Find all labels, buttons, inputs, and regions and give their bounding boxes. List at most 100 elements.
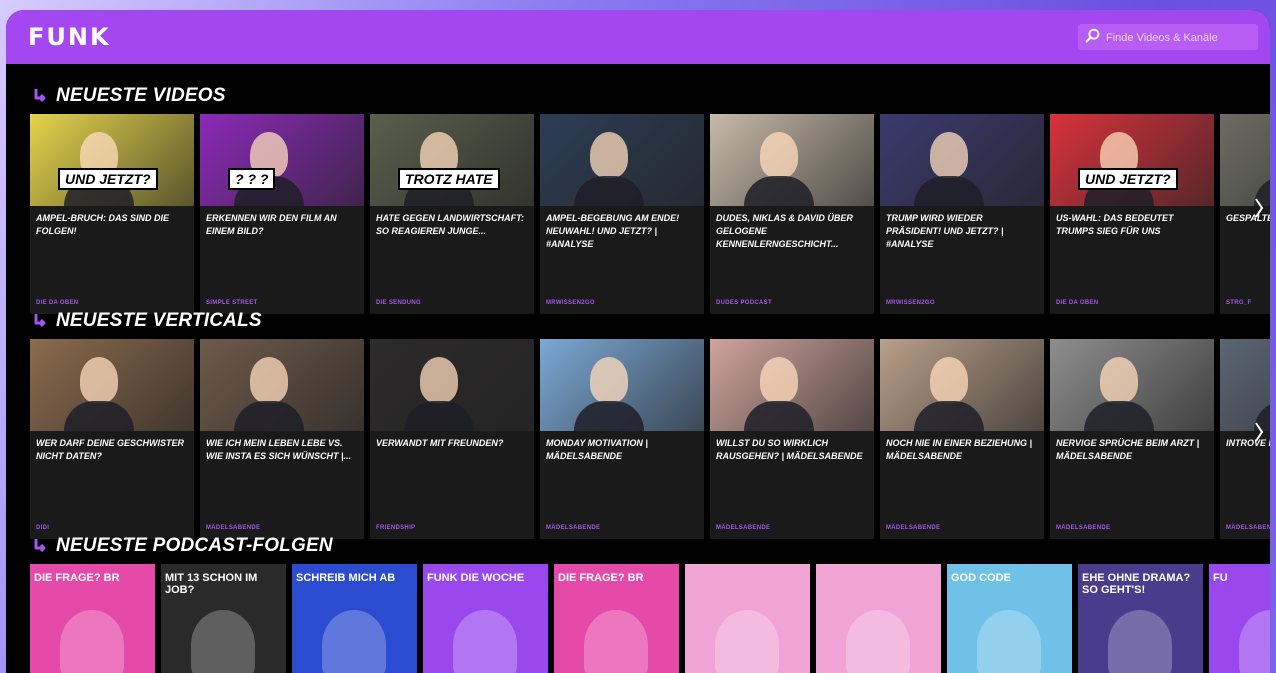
thumbnail-figure-body: [234, 401, 304, 431]
video-card[interactable]: UND JETZT? US-WAHL: DAS BEDEUTET TRUMPS S…: [1050, 114, 1214, 314]
channel-name[interactable]: DUDES PODCAST: [716, 300, 772, 306]
section-title[interactable]: NEUESTE PODCAST-FOLGEN: [56, 535, 333, 557]
podcast-label: DIE FRAGE? BR: [34, 572, 120, 584]
thumbnail-figure: [80, 357, 118, 403]
video-thumbnail[interactable]: [1220, 114, 1270, 206]
thumbnail-figure: [930, 357, 968, 403]
video-card[interactable]: WER DARF DEINE GESCHWISTER NICHT DATEN? D…: [30, 339, 194, 539]
podcast-tile[interactable]: [685, 564, 810, 673]
podcast-artwork: [453, 610, 517, 673]
video-title[interactable]: TRUMP WIRD WIEDER PRÄSIDENT! UND JETZT? …: [880, 206, 1044, 264]
thumbnail-figure-body: [574, 176, 644, 206]
search-input[interactable]: [1104, 27, 1256, 49]
video-title[interactable]: WIE ICH MEIN LEBEN LEBE VS. WIE INSTA ES…: [200, 431, 364, 489]
video-thumbnail[interactable]: [540, 114, 704, 206]
section-title[interactable]: NEUESTE VIDEOS: [56, 85, 226, 107]
video-title[interactable]: AMPEL-BRUCH: DAS SIND DIE FOLGEN!: [30, 206, 194, 264]
funk-logo[interactable]: FUNK: [28, 23, 111, 51]
video-card[interactable]: WILLST DU SO WIRKLICH RAUSGEHEN? | MÄDEL…: [710, 339, 874, 539]
channel-name[interactable]: DIE SENDUNG: [376, 300, 421, 306]
channel-name[interactable]: MÄDELSABENDE: [546, 525, 600, 531]
video-title[interactable]: HATE GEGEN LANDWIRTSCHAFT: SO REAGIEREN …: [370, 206, 534, 264]
video-thumbnail[interactable]: [880, 339, 1044, 431]
thumbnail-figure: [930, 132, 968, 178]
arrow-icon: [34, 539, 46, 553]
video-thumbnail[interactable]: [710, 114, 874, 206]
video-title[interactable]: NOCH NIE IN EINER BEZIEHUNG | MÄDELSABEN…: [880, 431, 1044, 489]
podcast-label: EHE OHNE DRAMA? SO GEHT'S!: [1082, 572, 1191, 596]
thumbnail-overlay-text: ? ? ?: [228, 168, 276, 190]
video-card[interactable]: DUDES, NIKLAS & DAVID ÜBER GELOGENE KENN…: [710, 114, 874, 314]
podcast-tile[interactable]: EHE OHNE DRAMA? SO GEHT'S!: [1078, 564, 1203, 673]
thumbnail-figure-body: [914, 401, 984, 431]
video-title[interactable]: ERKENNEN WIR DEN FILM AN EINEM BILD?: [200, 206, 364, 264]
podcast-tile[interactable]: GOD CODE: [947, 564, 1072, 673]
video-title[interactable]: WILLST DU SO WIRKLICH RAUSGEHEN? | MÄDEL…: [710, 431, 874, 489]
channel-name[interactable]: MRWISSEN2GO: [886, 300, 935, 306]
video-thumbnail[interactable]: [540, 339, 704, 431]
channel-name[interactable]: FRIENDSHIP: [376, 525, 415, 531]
carousel-next-icon[interactable]: [1254, 196, 1264, 220]
thumbnail-figure: [1100, 357, 1138, 403]
video-card[interactable]: ? ? ? ERKENNEN WIR DEN FILM AN EINEM BILD…: [200, 114, 364, 314]
channel-name[interactable]: MRWISSEN2GO: [546, 300, 595, 306]
thumbnail-figure: [590, 132, 628, 178]
video-card[interactable]: VERWANDT MIT FREUNDEN? FRIENDSHIP: [370, 339, 534, 539]
channel-name[interactable]: SIMPLE STREET: [206, 300, 258, 306]
video-thumbnail[interactable]: [1220, 339, 1270, 431]
video-thumbnail[interactable]: UND JETZT?: [1050, 114, 1214, 206]
video-card[interactable]: TROTZ HATE HATE GEGEN LANDWIRTSCHAFT: SO …: [370, 114, 534, 314]
video-thumbnail[interactable]: [1050, 339, 1214, 431]
video-title[interactable]: VERWANDT MIT FREUNDEN?: [370, 431, 534, 489]
video-title[interactable]: NERVIGE SPRÜCHE BEIM ARZT | MÄDELSABENDE: [1050, 431, 1214, 489]
video-card[interactable]: NERVIGE SPRÜCHE BEIM ARZT | MÄDELSABENDE…: [1050, 339, 1214, 539]
video-thumbnail[interactable]: ? ? ?: [200, 114, 364, 206]
podcast-tile[interactable]: DIE FRAGE? BR: [554, 564, 679, 673]
video-card[interactable]: MONDAY MOTIVATION | MÄDELSABENDE MÄDELSAB…: [540, 339, 704, 539]
podcast-label: MIT 13 SCHON IM JOB?: [165, 572, 258, 596]
video-thumbnail[interactable]: UND JETZT?: [30, 114, 194, 206]
video-thumbnail[interactable]: [200, 339, 364, 431]
podcast-tile[interactable]: FU: [1209, 564, 1270, 673]
video-thumbnail[interactable]: [710, 339, 874, 431]
video-title[interactable]: WER DARF DEINE GESCHWISTER NICHT DATEN?: [30, 431, 194, 489]
arrow-icon: [34, 89, 46, 103]
video-title[interactable]: MONDAY MOTIVATION | MÄDELSABENDE: [540, 431, 704, 489]
video-thumbnail[interactable]: [30, 339, 194, 431]
search-box[interactable]: [1078, 24, 1258, 50]
channel-name[interactable]: DIE DA OBEN: [36, 300, 78, 306]
thumbnail-figure-body: [64, 401, 134, 431]
carousel-next-icon[interactable]: [1254, 420, 1264, 444]
video-card[interactable]: AMPEL-BEGEBUNG AM ENDE! NEUWAHL! UND JET…: [540, 114, 704, 314]
video-thumbnail[interactable]: [370, 339, 534, 431]
podcast-tile[interactable]: DIE FRAGE? BR: [30, 564, 155, 673]
channel-name[interactable]: MÄDELSABENDE: [1226, 525, 1270, 531]
section-title[interactable]: NEUESTE VERTICALS: [56, 310, 262, 332]
video-card[interactable]: UND JETZT? AMPEL-BRUCH: DAS SIND DIE FOLG…: [30, 114, 194, 314]
video-card[interactable]: WIE ICH MEIN LEBEN LEBE VS. WIE INSTA ES…: [200, 339, 364, 539]
channel-name[interactable]: DIE DA OBEN: [1056, 300, 1098, 306]
video-card[interactable]: NOCH NIE IN EINER BEZIEHUNG | MÄDELSABEN…: [880, 339, 1044, 539]
channel-name[interactable]: MÄDELSABENDE: [206, 525, 260, 531]
podcast-tile[interactable]: [816, 564, 941, 673]
channel-name[interactable]: MÄDELSABENDE: [1056, 525, 1110, 531]
video-title[interactable]: DUDES, NIKLAS & DAVID ÜBER GELOGENE KENN…: [710, 206, 874, 264]
podcast-tile[interactable]: MIT 13 SCHON IM JOB?: [161, 564, 286, 673]
video-thumbnail[interactable]: [880, 114, 1044, 206]
video-carousel: UND JETZT? AMPEL-BRUCH: DAS SIND DIE FOLG…: [30, 114, 1270, 314]
podcast-artwork: [60, 610, 124, 673]
video-card[interactable]: TRUMP WIRD WIEDER PRÄSIDENT! UND JETZT? …: [880, 114, 1044, 314]
channel-name[interactable]: MÄDELSABENDE: [716, 525, 770, 531]
podcast-tile[interactable]: FUNK DIE WOCHE: [423, 564, 548, 673]
video-title[interactable]: US-WAHL: DAS BEDEUTET TRUMPS SIEG FÜR UN…: [1050, 206, 1214, 264]
channel-name[interactable]: DIDI: [36, 525, 49, 531]
channel-name[interactable]: STRG_F: [1226, 300, 1251, 306]
search-icon[interactable]: [1084, 27, 1102, 45]
video-thumbnail[interactable]: TROTZ HATE: [370, 114, 534, 206]
podcast-carousel: DIE FRAGE? BR MIT 13 SCHON IM JOB? SCHREIB…: [30, 564, 1270, 673]
channel-name[interactable]: MÄDELSABENDE: [886, 525, 940, 531]
podcast-artwork: [322, 610, 386, 673]
video-title[interactable]: AMPEL-BEGEBUNG AM ENDE! NEUWAHL! UND JET…: [540, 206, 704, 264]
podcast-tile[interactable]: SCHREIB MICH AB: [292, 564, 417, 673]
podcast-label: SCHREIB MICH AB: [296, 572, 396, 584]
